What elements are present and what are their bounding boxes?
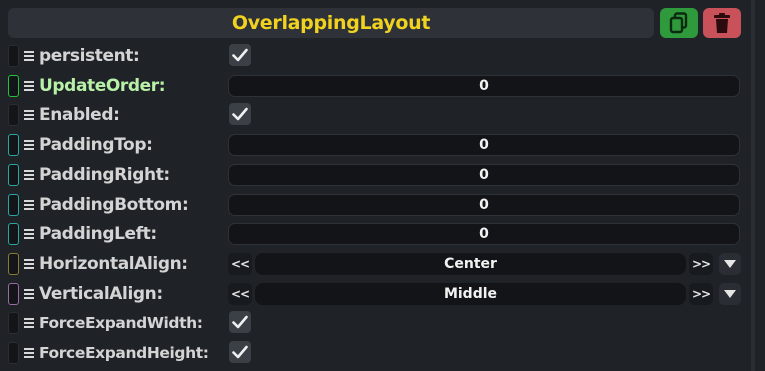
vertical-align-select[interactable]: Middle [255, 283, 686, 305]
property-row-padding-right: PaddingRight: 0 [8, 162, 748, 188]
property-label: PaddingRight: [39, 165, 170, 185]
enabled-checkbox[interactable] [229, 103, 251, 125]
port-indicator[interactable] [8, 75, 19, 97]
persistent-checkbox[interactable] [229, 44, 251, 66]
port-indicator[interactable] [8, 134, 19, 156]
next-option-button[interactable]: >> [689, 253, 713, 275]
checkmark-icon [232, 107, 248, 121]
property-row-horizontal-align: HorizontalAlign: << Center >> [8, 251, 748, 277]
drag-handle-icon[interactable] [22, 134, 36, 156]
previous-option-button[interactable]: << [228, 253, 252, 275]
copy-icon [669, 12, 688, 34]
port-indicator[interactable] [8, 164, 19, 186]
component-header: OverlappingLayout [8, 8, 654, 38]
drag-handle-icon[interactable] [22, 45, 36, 67]
property-label: VerticalAlign: [39, 284, 163, 304]
property-label: ForceExpandWidth: [39, 314, 203, 332]
property-label: HorizontalAlign: [39, 254, 188, 274]
property-row-force-expand-width: ForceExpandWidth: [8, 310, 748, 336]
drag-handle-icon[interactable] [22, 342, 36, 364]
drag-handle-icon[interactable] [22, 283, 36, 305]
delete-button[interactable] [703, 8, 741, 38]
duplicate-button[interactable] [660, 8, 698, 38]
port-indicator[interactable] [8, 312, 19, 334]
property-row-force-expand-height: ForceExpandHeight: [8, 340, 748, 366]
component-title: OverlappingLayout [231, 12, 431, 34]
port-indicator[interactable] [8, 45, 19, 67]
padding-left-input[interactable]: 0 [228, 223, 740, 245]
port-indicator[interactable] [8, 104, 19, 126]
next-option-button[interactable]: >> [689, 283, 713, 305]
port-indicator[interactable] [8, 342, 19, 364]
property-row-padding-left: PaddingLeft: 0 [8, 221, 748, 247]
chevron-down-icon [724, 290, 736, 298]
dropdown-button[interactable] [719, 283, 741, 305]
drag-handle-icon[interactable] [22, 104, 36, 126]
dropdown-button[interactable] [719, 253, 741, 275]
property-label: Enabled: [39, 105, 120, 125]
property-row-padding-top: PaddingTop: 0 [8, 132, 748, 158]
drag-handle-icon[interactable] [22, 312, 36, 334]
property-label: UpdateOrder: [39, 76, 166, 96]
padding-right-input[interactable]: 0 [228, 164, 740, 186]
checkmark-icon [232, 345, 248, 359]
property-row-padding-bottom: PaddingBottom: 0 [8, 192, 748, 218]
checkmark-icon [232, 315, 248, 329]
property-label: ForceExpandHeight: [39, 344, 209, 362]
property-label: PaddingTop: [39, 135, 153, 155]
port-indicator[interactable] [8, 223, 19, 245]
property-label: persistent: [39, 46, 140, 66]
force-expand-height-checkbox[interactable] [229, 341, 251, 363]
drag-handle-icon[interactable] [22, 164, 36, 186]
horizontal-align-select[interactable]: Center [255, 253, 686, 275]
chevron-down-icon [724, 260, 736, 268]
previous-option-button[interactable]: << [228, 283, 252, 305]
drag-handle-icon[interactable] [22, 253, 36, 275]
padding-top-input[interactable]: 0 [228, 134, 740, 156]
drag-handle-icon[interactable] [22, 223, 36, 245]
trash-icon [714, 13, 730, 33]
drag-handle-icon[interactable] [22, 194, 36, 216]
property-row-update-order: UpdateOrder: 0 [8, 73, 748, 99]
port-indicator[interactable] [8, 194, 19, 216]
property-row-persistent: persistent: [8, 43, 748, 69]
padding-bottom-input[interactable]: 0 [228, 194, 740, 216]
update-order-input[interactable]: 0 [228, 75, 740, 97]
force-expand-width-checkbox[interactable] [229, 311, 251, 333]
scrollbar[interactable] [751, 0, 755, 371]
property-row-vertical-align: VerticalAlign: << Middle >> [8, 281, 748, 307]
drag-handle-icon[interactable] [22, 75, 36, 97]
property-label: PaddingLeft: [39, 224, 157, 244]
property-label: PaddingBottom: [39, 195, 189, 215]
checkmark-icon [232, 48, 248, 62]
port-indicator[interactable] [8, 253, 19, 275]
port-indicator[interactable] [8, 283, 19, 305]
property-row-enabled: Enabled: [8, 102, 748, 128]
